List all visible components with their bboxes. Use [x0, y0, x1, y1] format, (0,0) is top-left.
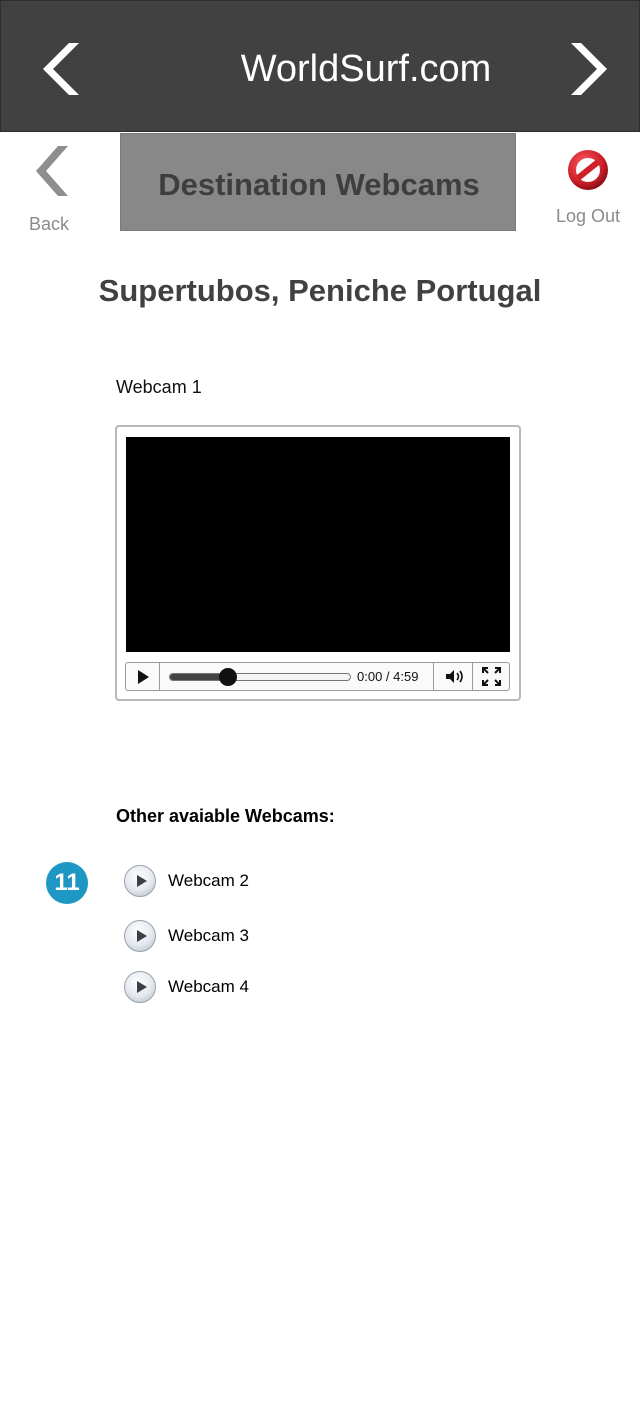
number-badge: 11: [46, 862, 88, 904]
volume-button[interactable]: [433, 663, 473, 690]
webcam-item-label: Webcam 4: [168, 977, 249, 996]
webcam-item-3[interactable]: Webcam 3: [124, 920, 344, 954]
volume-icon: [446, 670, 463, 683]
time-display: 0:00 / 4:59: [357, 669, 419, 684]
sub-navigation: Back Destination Webcams Log Out: [0, 132, 640, 234]
webcam-item-2[interactable]: Webcam 2: [124, 865, 344, 899]
no-entry-icon: [568, 150, 608, 190]
play-circle-icon: [124, 920, 156, 952]
webcam-item-4[interactable]: Webcam 4: [124, 971, 344, 1005]
webcam-label: Webcam 1: [116, 377, 202, 397]
seek-handle[interactable]: [218, 668, 237, 686]
video-player: 0:00 / 4:59: [115, 425, 521, 701]
logout-label: Log Out: [555, 206, 621, 226]
player-controls: 0:00 / 4:59: [125, 662, 510, 691]
play-button[interactable]: [126, 663, 160, 690]
site-title: WorldSurf.com: [240, 48, 492, 90]
play-circle-icon: [124, 971, 156, 1003]
logout-button[interactable]: Log Out: [552, 146, 624, 232]
fullscreen-icon: [482, 667, 501, 686]
fullscreen-button[interactable]: [472, 663, 510, 690]
back-button[interactable]: Back: [22, 142, 76, 234]
play-circle-icon: [124, 865, 156, 897]
destination-title: Supertubos, Peniche Portugal: [98, 273, 542, 308]
video-screen[interactable]: [126, 437, 510, 652]
webcam-item-label: Webcam 2: [168, 871, 249, 890]
back-label: Back: [28, 214, 70, 234]
webcam-item-label: Webcam 3: [168, 926, 249, 945]
top-bar: WorldSurf.com: [0, 0, 640, 132]
section-title-tab: Destination Webcams: [120, 133, 516, 231]
play-icon: [138, 670, 149, 684]
section-title: Destination Webcams: [158, 167, 480, 202]
other-webcams-heading: Other avaiable Webcams:: [116, 806, 335, 826]
chevron-right-icon[interactable]: [571, 41, 611, 97]
chevron-left-icon[interactable]: [39, 41, 79, 97]
seek-bar[interactable]: [169, 668, 351, 686]
chevron-left-icon: [36, 146, 68, 196]
